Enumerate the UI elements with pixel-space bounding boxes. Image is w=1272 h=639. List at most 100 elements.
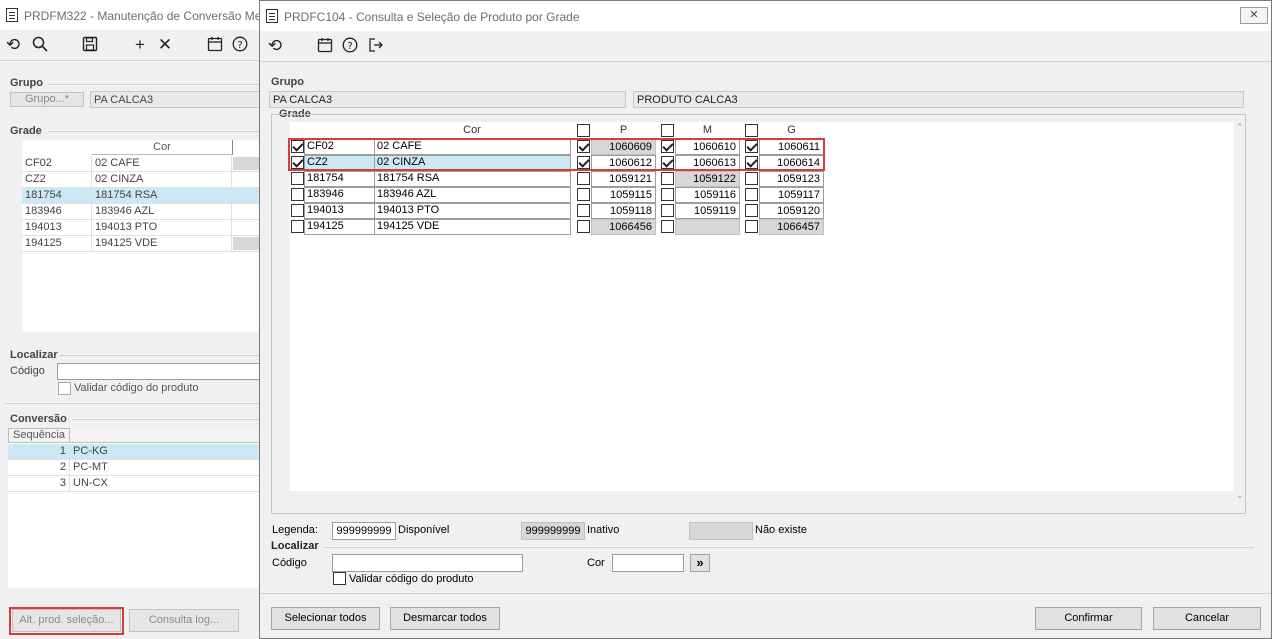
row-checkbox[interactable] — [291, 220, 304, 233]
back-grade-row[interactable]: CF02 02 CAFE — [22, 156, 269, 172]
back-conversao-row[interactable]: 2 PC-MT — [8, 460, 269, 476]
size-checkbox[interactable] — [745, 220, 758, 233]
back-localizar-label: Localizar — [10, 349, 58, 361]
dialog-codigo-label: Código — [272, 557, 307, 569]
refresh-icon[interactable]: ⟲ — [265, 37, 285, 57]
row-desc: 181754 RSA — [377, 172, 440, 184]
dialog-titlebar: PRDFC104 - Consulta e Seleção de Produto… — [260, 1, 1271, 31]
search-icon[interactable] — [30, 36, 50, 56]
size-value-cell[interactable]: 1059122 — [675, 171, 740, 187]
size-checkbox[interactable] — [577, 204, 590, 217]
back-toolbar: ⟲ + ✕ ? — [0, 30, 269, 60]
close-icon[interactable]: ✕ — [1240, 7, 1268, 24]
size-checkbox[interactable] — [661, 204, 674, 217]
row-checkbox[interactable] — [291, 204, 304, 217]
back-grade-row[interactable]: 183946 183946 AZL — [22, 204, 269, 220]
size-value-cell[interactable]: 1066457 — [759, 219, 824, 235]
row-checkbox[interactable] — [291, 188, 304, 201]
desmarcar-todos-button[interactable]: Desmarcar todos — [390, 607, 500, 630]
back-grade-table: Cor CF02 02 CAFE CZ2 02 CINZA 181754 181… — [22, 140, 269, 332]
size-value-cell[interactable]: 1059119 — [675, 203, 740, 219]
back-conversao-seq: 1 — [8, 444, 70, 460]
size-value-cell[interactable]: 1059117 — [759, 187, 824, 203]
dialog-toolbar: ⟲ ? — [260, 31, 1271, 61]
refresh-icon[interactable]: ⟲ — [3, 36, 23, 56]
back-conversao-unit: UN-CX — [73, 477, 108, 489]
size-value-cell[interactable]: 1059115 — [591, 187, 656, 203]
size-value-cell[interactable]: 1059116 — [675, 187, 740, 203]
back-grade-row[interactable]: CZ2 02 CINZA — [22, 172, 269, 188]
back-conversao-row[interactable]: 1 PC-KG — [8, 444, 269, 460]
dialog-validar-checkbox[interactable] — [333, 572, 346, 585]
size-value-cell[interactable]: 1059121 — [591, 171, 656, 187]
exit-icon[interactable] — [366, 37, 386, 57]
size-checkbox[interactable] — [661, 220, 674, 233]
back-conversao-seq: 2 — [8, 460, 70, 476]
confirmar-button[interactable]: Confirmar — [1035, 607, 1142, 630]
back-grupo-label: Grupo — [10, 77, 43, 89]
help-icon[interactable]: ? — [230, 36, 250, 56]
back-seq-header: Sequência — [8, 428, 70, 443]
dialog-cor-input[interactable] — [612, 554, 684, 572]
dialog-cor-label: Cor — [587, 557, 605, 569]
size-column-checkbox[interactable] — [745, 124, 758, 137]
row-code: 183946 — [307, 188, 344, 200]
grade-row: 194013 194013 PTO 1059118 1059119 105912… — [290, 203, 1234, 219]
size-checkbox[interactable] — [577, 188, 590, 201]
grupo-button[interactable]: Grupo...* — [10, 92, 84, 107]
svg-text:?: ? — [237, 40, 242, 51]
size-column-checkbox[interactable] — [661, 124, 674, 137]
calendar-icon[interactable] — [315, 37, 335, 57]
grade-scrollbar[interactable]: ⌃ ⌄ — [1236, 122, 1246, 512]
help-icon[interactable]: ? — [340, 37, 360, 57]
back-grade-row[interactable]: 194013 194013 PTO — [22, 220, 269, 236]
row-checkbox[interactable] — [291, 172, 304, 185]
size-checkbox[interactable] — [577, 172, 590, 185]
back-validar-checkbox[interactable] — [58, 382, 71, 395]
back-grade-code: 194125 — [22, 236, 92, 252]
go-button[interactable]: » — [690, 554, 710, 572]
back-grupo-field[interactable]: PA CALCA3 — [90, 91, 269, 108]
size-value-cell[interactable] — [675, 219, 740, 235]
row-code: 181754 — [307, 172, 344, 184]
size-value-cell[interactable]: 1066456 — [591, 219, 656, 235]
grade-row: 183946 183946 AZL 1059115 1059116 105911… — [290, 187, 1234, 203]
back-grade-row[interactable]: 194125 194125 VDE — [22, 236, 269, 252]
size-value-cell[interactable]: 1059118 — [591, 203, 656, 219]
back-grade-desc: 181754 RSA — [92, 188, 232, 204]
size-checkbox[interactable] — [661, 172, 674, 185]
back-grade-code: CZ2 — [22, 172, 92, 188]
dialog-title: PRDFC104 - Consulta e Seleção de Produto… — [284, 10, 580, 24]
dialog-localizar-label: Localizar — [271, 540, 319, 552]
grade-row: 194125 194125 VDE 1066456 1066457 — [290, 219, 1234, 235]
back-grade-col-cor: Cor — [92, 140, 232, 155]
back-grade-code: 194013 — [22, 220, 92, 236]
back-conversao-row[interactable]: 3 UN-CX — [8, 476, 269, 492]
dialog-codigo-input[interactable] — [332, 554, 523, 572]
consulta-log-button[interactable]: Consulta log... — [129, 609, 239, 632]
cancelar-button[interactable]: Cancelar — [1153, 607, 1261, 630]
grade-table: Cor PMG CF02 02 CAFE 1060609 1060610 106… — [290, 122, 1234, 491]
size-value-cell[interactable]: 1059120 — [759, 203, 824, 219]
add-icon[interactable]: + — [130, 36, 150, 56]
back-codigo-input[interactable] — [57, 363, 269, 380]
chevron-up-icon[interactable]: ⌃ — [1236, 122, 1244, 133]
selecionar-todos-button[interactable]: Selecionar todos — [271, 607, 380, 630]
back-grade-desc: 02 CAFE — [92, 156, 232, 172]
size-checkbox[interactable] — [745, 204, 758, 217]
back-conversao-unit: PC-KG — [73, 445, 108, 457]
save-icon[interactable] — [80, 36, 100, 56]
size-checkbox[interactable] — [661, 188, 674, 201]
back-window: PRDFM322 - Manutenção de Conversão Med ⟲… — [0, 0, 270, 639]
size-checkbox[interactable] — [745, 172, 758, 185]
back-grade-row[interactable]: 181754 181754 RSA — [22, 188, 269, 204]
calendar-icon[interactable] — [205, 36, 225, 56]
row-code: 194125 — [307, 220, 344, 232]
size-checkbox[interactable] — [577, 220, 590, 233]
size-checkbox[interactable] — [745, 188, 758, 201]
chevron-down-icon[interactable]: ⌄ — [1236, 490, 1244, 501]
size-value-cell[interactable]: 1059123 — [759, 171, 824, 187]
size-column-checkbox[interactable] — [577, 124, 590, 137]
delete-icon[interactable]: ✕ — [155, 36, 175, 56]
back-grade-desc: 02 CINZA — [92, 172, 232, 188]
